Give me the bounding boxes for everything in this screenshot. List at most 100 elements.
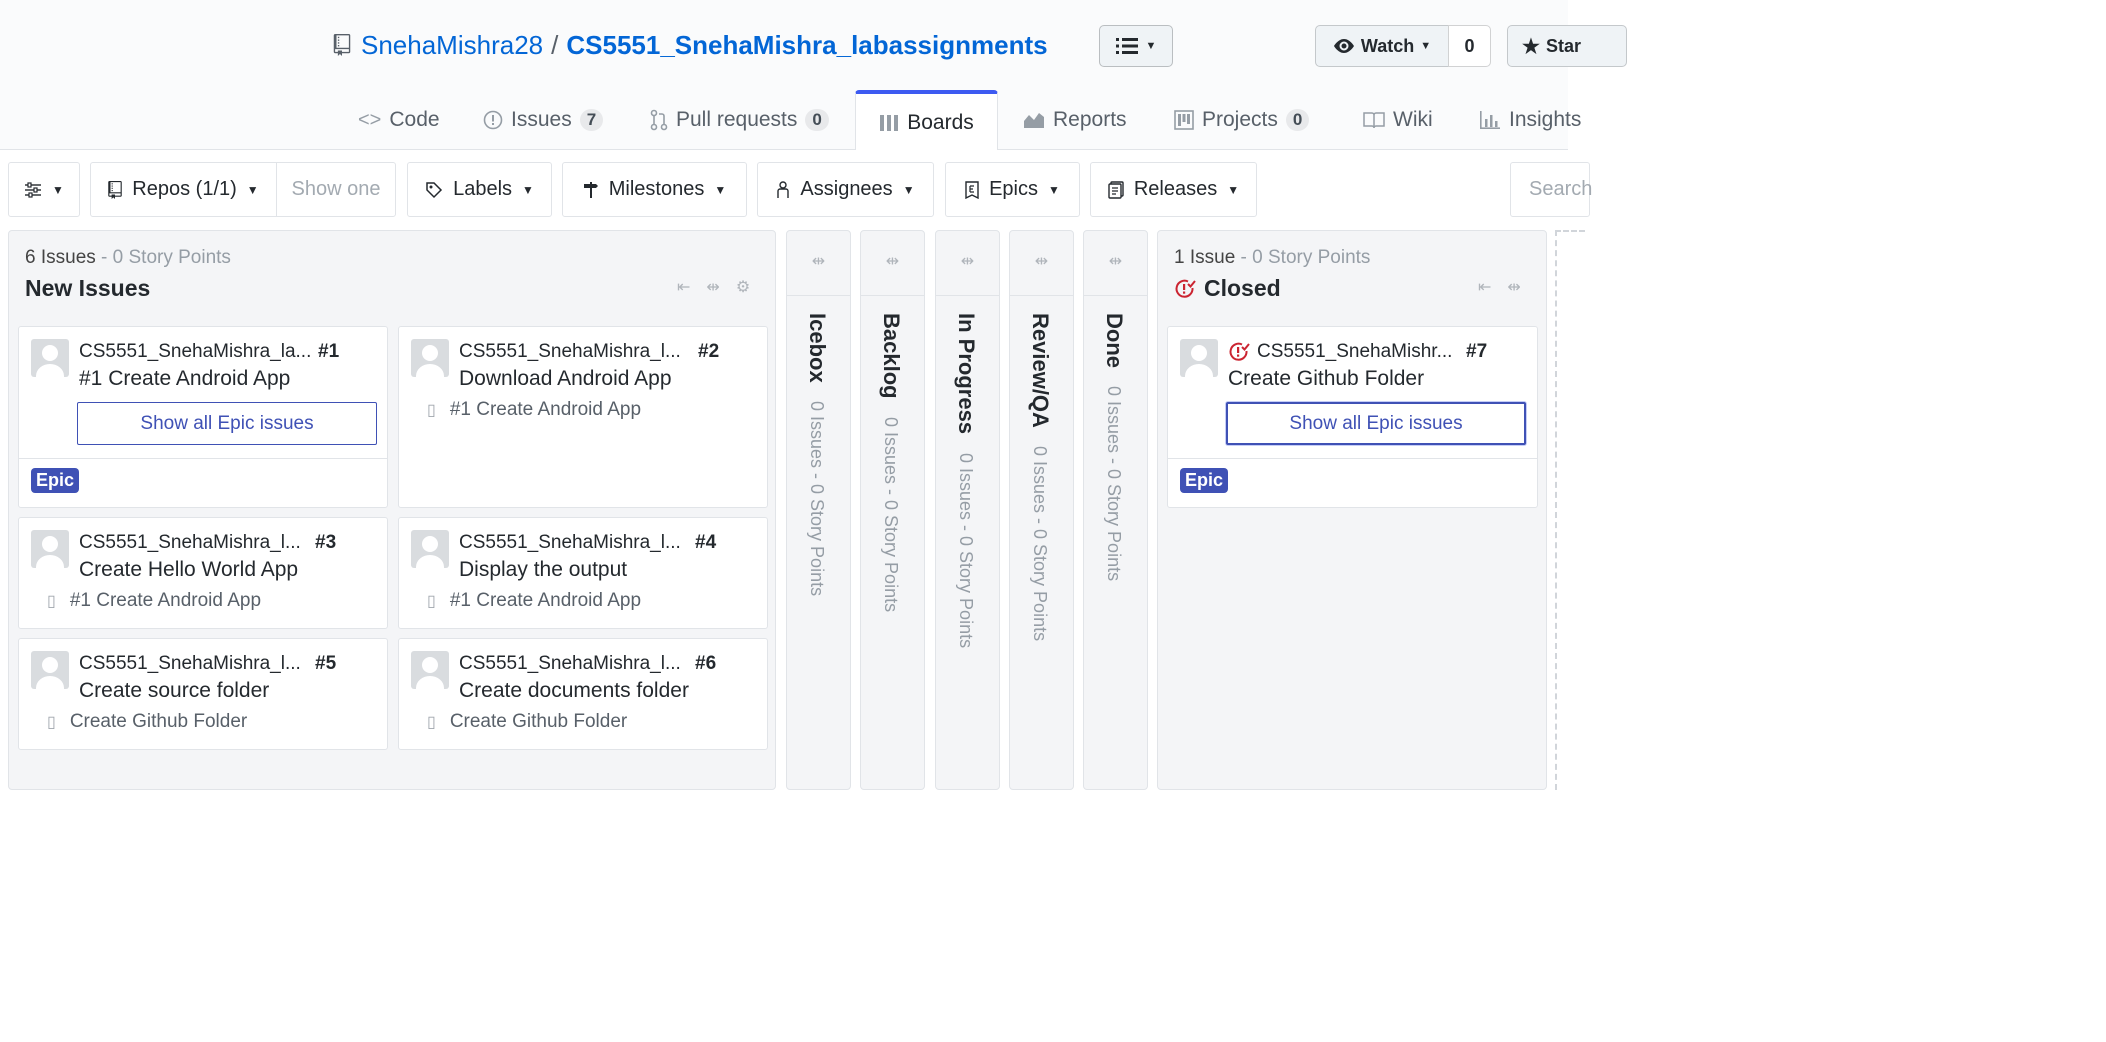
pipeline-title: Review/QA <box>1028 313 1053 428</box>
tab-code[interactable]: <> Code <box>358 90 440 150</box>
pipeline-title-row: Closed <box>1174 275 1281 302</box>
collapse-icon[interactable]: ⇹ <box>1507 277 1520 297</box>
issue-card[interactable]: CS5551_SnehaMishra_l... #6 Create docume… <box>398 638 768 750</box>
sliders-icon <box>25 181 42 198</box>
pipeline-title: Icebox <box>805 313 830 383</box>
show-all-epic-issues-button[interactable]: Show all Epic issues <box>1226 402 1526 445</box>
card-issue-number: #6 <box>695 653 717 674</box>
show-all-epic-issues-button[interactable]: Show all Epic issues <box>77 402 377 445</box>
pipeline-icebox[interactable]: ⇹ Icebox 0 Issues - 0 Story Points <box>786 230 851 790</box>
watch-label: Watch <box>1360 35 1415 56</box>
collapse-left-icon[interactable]: ⇤ <box>677 277 690 297</box>
epics-filter-dropdown[interactable]: Epics ▼ <box>945 162 1080 217</box>
pipeline-closed: 1 Issue - 0 Story Points Closed ⇤ ⇹ CS55… <box>1157 230 1547 790</box>
issue-card[interactable]: CS5551_SnehaMishra_l... #3 Create Hello … <box>18 517 388 629</box>
epic-ref-label: #1 Create Android App <box>449 399 642 420</box>
repos-filter-label: Repos (1/1) <box>132 178 237 200</box>
projects-counter: 0 <box>1285 109 1310 131</box>
pipeline-in-progress[interactable]: ⇹ In Progress 0 Issues - 0 Story Points <box>935 230 1000 790</box>
pipeline-count: 0 Issues - 0 Story Points <box>807 401 827 597</box>
list-menu-button[interactable]: ▼ <box>1099 25 1173 67</box>
pipeline-vertical-label: Backlog 0 Issues - 0 Story Points <box>878 313 904 612</box>
pipeline-title: Closed <box>1204 275 1281 301</box>
labels-filter-label: Labels <box>453 178 513 200</box>
board-settings-dropdown[interactable]: ▼ <box>8 162 80 217</box>
pipeline-title: New Issues <box>25 275 151 301</box>
releases-filter-dropdown[interactable]: Releases ▼ <box>1090 162 1257 217</box>
release-icon <box>1108 180 1124 199</box>
tab-label: Projects <box>1202 108 1278 131</box>
star-button[interactable]: ★ Star <box>1507 25 1627 67</box>
tab-pull-requests[interactable]: Pull requests 0 <box>650 90 829 150</box>
closed-issue-icon <box>1175 279 1196 298</box>
tab-insights[interactable]: Insights <box>1479 90 1581 150</box>
eye-icon <box>1333 39 1354 53</box>
collapse-left-icon[interactable]: ⇤ <box>1478 277 1491 297</box>
card-title[interactable]: Create source folder <box>79 679 269 703</box>
expand-icon[interactable]: ⇹ <box>1084 251 1147 271</box>
board: 6 Issues - 0 Story Points New Issues ⇤ ⇹… <box>0 230 1585 790</box>
pipeline-divider <box>787 295 850 296</box>
avatar <box>1180 339 1218 377</box>
card-title[interactable]: Download Android App <box>459 367 672 391</box>
star-icon: ★ <box>1522 35 1540 58</box>
tab-label: Boards <box>907 110 974 134</box>
issue-card[interactable]: CS5551_SnehaMishra_la... #1 #1 Create An… <box>18 326 388 508</box>
collapse-icon[interactable]: ⇹ <box>706 277 719 297</box>
repos-filter-dropdown[interactable]: Repos (1/1) ▼ <box>90 162 277 217</box>
issue-count: 6 Issues <box>25 247 96 268</box>
epic-icon <box>965 180 979 199</box>
pipeline-review-qa[interactable]: ⇹ Review/QA 0 Issues - 0 Story Points <box>1009 230 1074 790</box>
card-title[interactable]: Create documents folder <box>459 679 689 703</box>
issues-counter: 7 <box>579 109 604 131</box>
card-title[interactable]: Display the output <box>459 558 627 582</box>
pipeline-new-issues: 6 Issues - 0 Story Points New Issues ⇤ ⇹… <box>8 230 776 790</box>
add-pipeline-dropzone[interactable] <box>1555 230 1585 790</box>
watch-count[interactable]: 0 <box>1448 25 1491 67</box>
tab-projects[interactable]: Projects 0 <box>1174 90 1310 150</box>
issue-card[interactable]: CS5551_SnehaMishr... #7 Create Github Fo… <box>1167 326 1538 508</box>
pipeline-divider <box>1010 295 1073 296</box>
card-title[interactable]: #1 Create Android App <box>79 367 290 391</box>
chevron-down-icon: ▼ <box>1420 40 1432 52</box>
issue-card[interactable]: CS5551_SnehaMishra_l... #5 Create source… <box>18 638 388 750</box>
tab-boards[interactable]: Boards <box>855 90 998 151</box>
repo-title: SnehaMishra28 / CS5551_SnehaMishra_labas… <box>333 28 1048 62</box>
gear-icon[interactable]: ⚙ <box>736 277 750 297</box>
pipeline-count: 0 Issues - 0 Story Points <box>956 452 976 648</box>
tab-reports[interactable]: Reports <box>1023 90 1127 150</box>
expand-icon[interactable]: ⇹ <box>936 251 999 271</box>
show-one-toggle[interactable]: Show one <box>276 162 396 217</box>
tab-issues[interactable]: Issues 7 <box>483 90 604 150</box>
pipeline-divider <box>1084 295 1147 296</box>
expand-icon[interactable]: ⇹ <box>1010 251 1073 271</box>
pipeline-backlog[interactable]: ⇹ Backlog 0 Issues - 0 Story Points <box>860 230 925 790</box>
watch-button[interactable]: Watch ▼ <box>1315 25 1449 67</box>
card-title[interactable]: Create Hello World App <box>79 558 298 582</box>
epic-ref-label: #1 Create Android App <box>69 590 262 611</box>
pipeline-done[interactable]: ⇹ Done 0 Issues - 0 Story Points <box>1083 230 1148 790</box>
pipeline-title: Done <box>1102 313 1127 368</box>
milestones-filter-dropdown[interactable]: Milestones ▼ <box>562 162 747 217</box>
pipeline-vertical-label: Review/QA 0 Issues - 0 Story Points <box>1027 313 1053 641</box>
milestones-filter-label: Milestones <box>608 178 705 200</box>
issue-card[interactable]: CS5551_SnehaMishra_l... #4 Display the o… <box>398 517 768 629</box>
expand-icon[interactable]: ⇹ <box>861 251 924 271</box>
pipeline-title: In Progress <box>954 313 979 435</box>
card-title[interactable]: Create Github Folder <box>1228 367 1424 391</box>
expand-icon[interactable]: ⇹ <box>787 251 850 271</box>
assignees-filter-dropdown[interactable]: Assignees ▼ <box>757 162 934 217</box>
tab-wiki[interactable]: Wiki <box>1363 90 1433 150</box>
graph-icon <box>1024 113 1044 128</box>
pipeline-vertical-label: In Progress 0 Issues - 0 Story Points <box>953 313 979 648</box>
labels-filter-dropdown[interactable]: Labels ▼ <box>407 162 552 217</box>
board-search-input[interactable]: Search <box>1510 162 1592 217</box>
pipeline-count: 1 Issue - 0 Story Points <box>1174 247 1370 269</box>
pipeline-count: 6 Issues - 0 Story Points <box>25 247 231 269</box>
repo-name-link[interactable]: CS5551_SnehaMishra_labassignments <box>566 30 1047 61</box>
issue-count: 1 Issue <box>1174 247 1236 268</box>
repo-owner-link[interactable]: SnehaMishra28 <box>361 30 543 61</box>
issue-card[interactable]: CS5551_SnehaMishra_l... #2 Download Andr… <box>398 326 768 508</box>
pipeline-count: 0 Issues - 0 Story Points <box>1030 446 1050 642</box>
pipeline-divider <box>861 295 924 296</box>
